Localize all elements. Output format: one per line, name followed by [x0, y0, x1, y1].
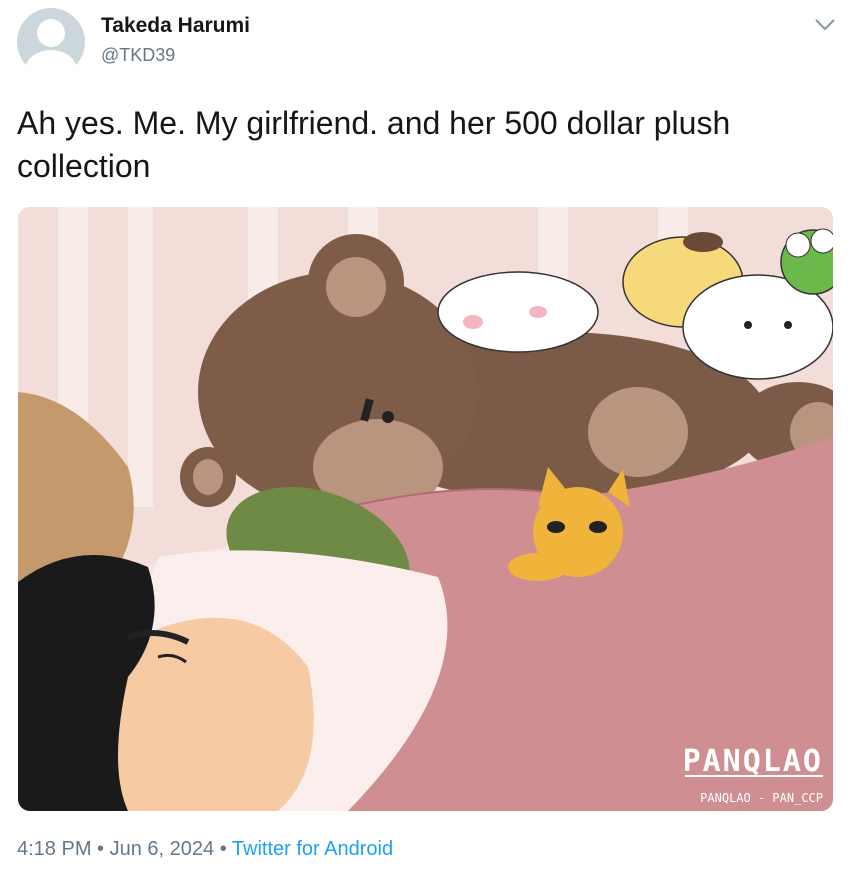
tweet-date[interactable]: Jun 6, 2024 [110, 838, 215, 860]
meta-separator: • [214, 838, 232, 860]
tweet-time[interactable]: 4:18 PM [17, 838, 91, 860]
chevron-down-icon[interactable] [814, 18, 836, 32]
tweet-text: Ah yes. Me. My girlfriend. and her 500 d… [17, 105, 731, 184]
avatar[interactable] [17, 8, 85, 76]
tweet-media[interactable]: PANQLAO PANQLAO - PAN_CCP [18, 207, 833, 811]
author-name[interactable]: Takeda Harumi [101, 14, 250, 38]
illustration [18, 207, 833, 811]
meta-separator: • [91, 838, 110, 860]
tweet-source-link[interactable]: Twitter for Android [232, 838, 393, 860]
author-handle[interactable]: @TKD39 [101, 45, 175, 66]
tweet-meta: 4:18 PM • Jun 6, 2024 • Twitter for Andr… [17, 838, 393, 861]
watermark-social: PANQLAO - PAN_CCP [700, 791, 823, 805]
tweet: Takeda Harumi @TKD39 Ah yes. Me. My girl… [0, 0, 850, 875]
default-profile-icon [37, 19, 65, 47]
watermark: PANQLAO [682, 744, 823, 779]
default-profile-body [25, 50, 77, 76]
